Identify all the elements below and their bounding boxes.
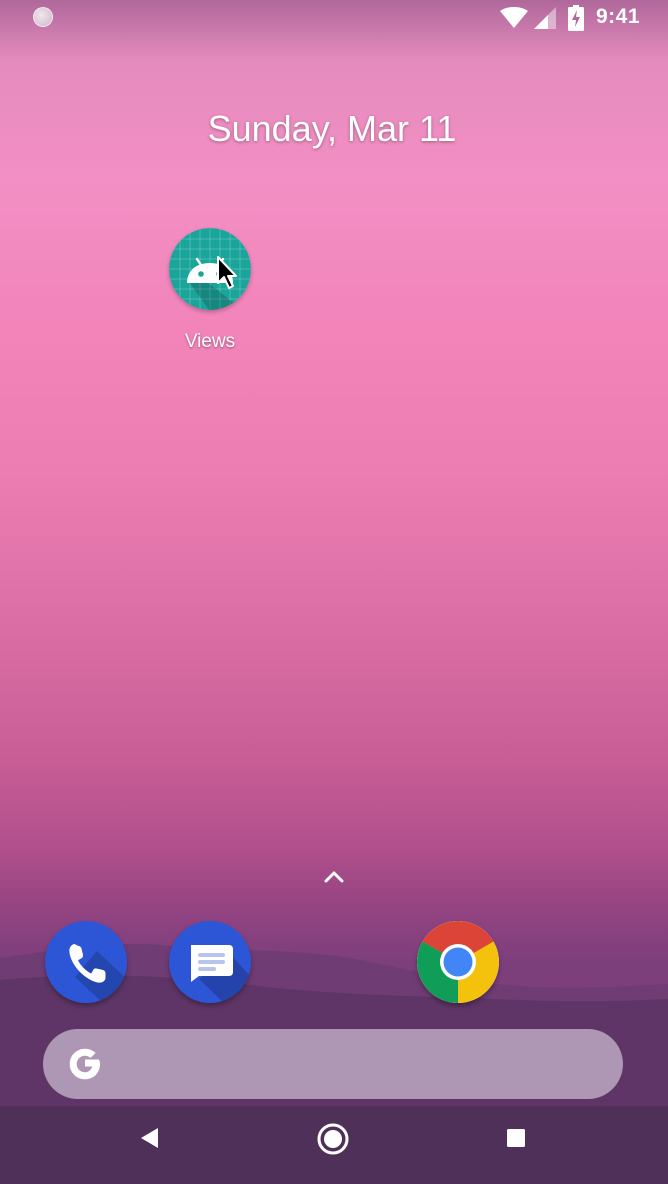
google-search-bar[interactable] [43, 1029, 623, 1099]
dock-chrome-app[interactable] [417, 921, 499, 1003]
recents-icon[interactable] [506, 1128, 526, 1148]
phone-icon [69, 944, 127, 1003]
dock-phone-app[interactable] [45, 921, 127, 1003]
home-icon[interactable] [316, 1122, 350, 1156]
status-bar: 9:41 [0, 0, 668, 36]
home-screen: 9:41 Sunday, Mar 11 Views [0, 0, 668, 1184]
mouse-cursor-icon [217, 256, 237, 289]
status-clock: 9:41 [596, 5, 641, 28]
chevron-up-icon[interactable] [322, 868, 346, 884]
navigation-bar [0, 1106, 668, 1184]
views-app-label: Views [184, 331, 236, 352]
back-icon[interactable] [138, 1126, 162, 1150]
dock-messages-app[interactable] [169, 921, 251, 1003]
wifi-icon [500, 7, 528, 28]
battery-charging-icon [568, 5, 584, 31]
notification-dot-icon [33, 7, 53, 27]
cellular-signal-icon [534, 7, 556, 29]
chrome-icon [417, 921, 499, 1003]
date-widget[interactable]: Sunday, Mar 11 [0, 108, 664, 150]
google-g-icon [69, 1048, 100, 1080]
messages-icon [191, 945, 251, 1003]
wallpaper-hills [0, 943, 668, 1184]
